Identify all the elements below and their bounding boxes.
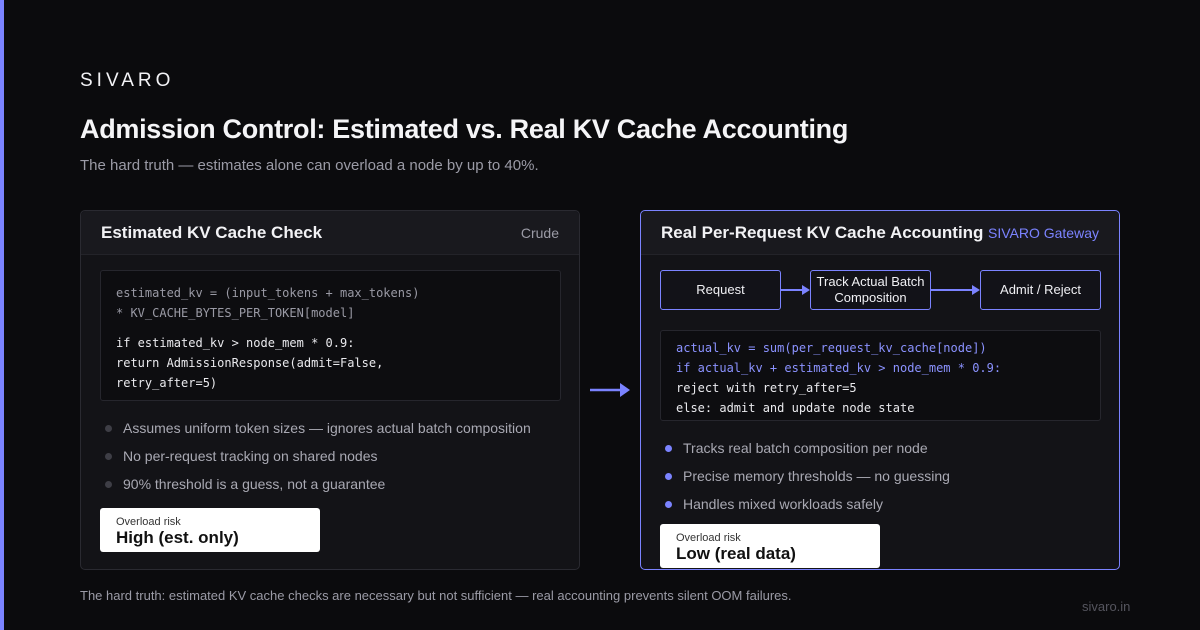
code-line: else: admit and update node state bbox=[676, 401, 915, 415]
arrow-right-icon bbox=[931, 285, 980, 295]
list-item: 90% threshold is a guess, not a guarante… bbox=[105, 470, 531, 498]
list-item: Assumes uniform token sizes — ignores ac… bbox=[105, 414, 531, 442]
code-line: return AdmissionResponse(admit=False, bbox=[116, 356, 384, 370]
flow-diagram: Request Track Actual Batch Composition A… bbox=[660, 270, 1101, 310]
real-accounting-panel: Real Per-Request KV Cache Accounting SIV… bbox=[640, 210, 1120, 570]
footer-note: The hard truth: estimated KV cache check… bbox=[80, 588, 792, 603]
bullet-text: Assumes uniform token sizes — ignores ac… bbox=[123, 420, 531, 436]
list-item: Handles mixed workloads safely bbox=[665, 490, 950, 518]
list-item: Precise memory thresholds — no guessing bbox=[665, 462, 950, 490]
arrow-right-icon bbox=[781, 285, 810, 295]
code-block: estimated_kv = (input_tokens + max_token… bbox=[100, 270, 561, 401]
code-line: reject with retry_after=5 bbox=[676, 381, 857, 395]
panel-header: Estimated KV Cache Check Crude bbox=[81, 211, 579, 255]
accent-bar bbox=[0, 0, 4, 630]
overload-risk-card: Overload risk Low (real data) bbox=[660, 524, 880, 568]
flow-node-request: Request bbox=[660, 270, 781, 310]
risk-value: Low (real data) bbox=[676, 544, 796, 563]
bullet-dot-icon bbox=[105, 424, 112, 432]
bullet-dot-icon bbox=[105, 452, 112, 460]
brand-logo: SIVARO bbox=[80, 70, 175, 91]
risk-label: Overload risk bbox=[116, 516, 181, 528]
risk-value: High (est. only) bbox=[116, 528, 239, 547]
flow-node-track: Track Actual Batch Composition bbox=[810, 270, 931, 310]
panel-title: Estimated KV Cache Check bbox=[101, 222, 323, 242]
code-line: estimated_kv = (input_tokens + max_token… bbox=[116, 286, 420, 300]
code-block: actual_kv = sum(per_request_kv_cache[nod… bbox=[660, 330, 1101, 421]
code-line: retry_after=5) bbox=[116, 376, 218, 390]
bullet-list: Assumes uniform token sizes — ignores ac… bbox=[105, 414, 531, 498]
list-item: No per-request tracking on shared nodes bbox=[105, 442, 531, 470]
list-item: Tracks real batch composition per node bbox=[665, 434, 950, 462]
code-line: if estimated_kv > node_mem * 0.9: bbox=[116, 336, 355, 350]
panel-header: Real Per-Request KV Cache Accounting SIV… bbox=[641, 211, 1119, 255]
estimated-check-panel: Estimated KV Cache Check Crude estimated… bbox=[80, 210, 580, 570]
bullet-text: Precise memory thresholds — no guessing bbox=[683, 468, 950, 484]
bullet-text: Tracks real batch composition per node bbox=[683, 440, 928, 456]
code-line: if actual_kv + estimated_kv > node_mem *… bbox=[676, 361, 1002, 375]
code-line: actual_kv = sum(per_request_kv_cache[nod… bbox=[676, 341, 987, 355]
bullet-list: Tracks real batch composition per node P… bbox=[665, 434, 950, 518]
bullet-dot-icon bbox=[665, 472, 672, 480]
bullet-dot-icon bbox=[665, 444, 672, 452]
risk-label: Overload risk bbox=[676, 532, 741, 544]
bullet-text: Handles mixed workloads safely bbox=[683, 496, 883, 512]
bullet-text: No per-request tracking on shared nodes bbox=[123, 448, 378, 464]
panel-tag: SIVARO Gateway bbox=[987, 224, 1099, 241]
flow-node-admit-reject: Admit / Reject bbox=[980, 270, 1101, 310]
bullet-dot-icon bbox=[105, 480, 112, 488]
bullet-text: 90% threshold is a guess, not a guarante… bbox=[123, 476, 386, 492]
panel-title: Real Per-Request KV Cache Accounting bbox=[661, 222, 984, 242]
panel-tag: Crude bbox=[520, 224, 559, 241]
arrow-right-icon bbox=[590, 383, 630, 397]
overload-risk-card: Overload risk High (est. only) bbox=[100, 508, 320, 552]
page-title: Admission Control: Estimated vs. Real KV… bbox=[80, 114, 849, 144]
page-subtitle: The hard truth — estimates alone can ove… bbox=[80, 157, 539, 174]
flow-node-label: Track Actual Batch Composition bbox=[816, 274, 925, 305]
bullet-dot-icon bbox=[665, 500, 672, 508]
code-line: * KV_CACHE_BYTES_PER_TOKEN[model] bbox=[116, 306, 355, 320]
site-url: sivaro.in bbox=[1082, 599, 1131, 614]
